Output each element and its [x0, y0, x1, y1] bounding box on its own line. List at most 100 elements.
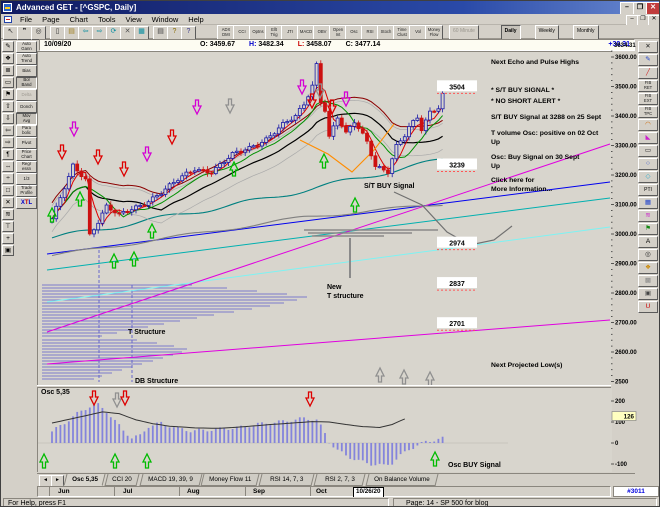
menu-chart[interactable]: Chart: [65, 14, 93, 25]
pencil-tool-icon[interactable]: ✎: [638, 54, 658, 66]
open-icon[interactable]: ▤: [64, 26, 79, 40]
close-tool-icon[interactable]: ✕: [638, 41, 658, 53]
delete-icon[interactable]: ✕: [120, 26, 135, 40]
svg-text:Next Echo and Pulse Highs: Next Echo and Pulse Highs: [491, 59, 579, 66]
flag-tool-icon[interactable]: ⚑: [638, 223, 658, 235]
money-flow-button[interactable]: MoneyFlow: [425, 25, 443, 40]
copy-tool-icon[interactable]: ▣: [638, 288, 658, 300]
text-tool-icon[interactable]: A: [638, 236, 658, 248]
menu-tools[interactable]: Tools: [93, 14, 121, 25]
divide-tool-icon[interactable]: ÷: [2, 173, 14, 184]
arrow-up-tool-icon[interactable]: ⇧: [2, 101, 14, 112]
tab-osc-5-35[interactable]: Osc 5,35: [64, 474, 106, 486]
timeframe-daily[interactable]: Daily: [501, 25, 521, 40]
fib-extension-button[interactable]: FIBEXT: [638, 93, 658, 105]
quote-icon[interactable]: ❞: [17, 26, 32, 40]
new-t-structure: [304, 230, 438, 278]
delta-button[interactable]: Delta: [16, 89, 37, 101]
ellipse-tool-icon[interactable]: ○: [638, 158, 658, 170]
price-chart-button[interactable]: PriceChart: [16, 149, 37, 161]
pencil-tool-icon[interactable]: ✎: [2, 41, 14, 52]
rectangle-tool-icon[interactable]: □: [2, 185, 14, 196]
menu-view[interactable]: View: [120, 14, 146, 25]
svg-text:3600.00: 3600.00: [615, 55, 637, 61]
pivot-button[interactable]: Pivot: [16, 137, 37, 149]
elliott-tool-icon[interactable]: ❖: [2, 53, 14, 64]
parabolic-button[interactable]: Parabolic: [16, 125, 37, 137]
regression-button[interactable]: Regressn: [16, 161, 37, 173]
donchian-button[interactable]: Donch: [16, 101, 37, 113]
gann-fan-tool-icon[interactable]: ◣: [638, 132, 658, 144]
multi-line-tool-icon[interactable]: ≋: [638, 210, 658, 222]
auto-gann-button[interactable]: AutoGann: [16, 41, 37, 53]
trade-tool-icon[interactable]: ⊤: [2, 221, 14, 232]
svg-text:200: 200: [615, 399, 626, 405]
gann-lines-tool-icon[interactable]: ≋: [2, 209, 14, 220]
buy-arrow: [431, 452, 439, 466]
arrow-right-tool-icon[interactable]: ⇨: [2, 137, 14, 148]
tab-on-balance-volume[interactable]: On Balance Volume: [365, 474, 438, 486]
timeframe-weekly[interactable]: Weekly: [535, 25, 559, 40]
window-tool-icon[interactable]: ▣: [2, 245, 14, 256]
menu-file[interactable]: File: [15, 14, 37, 25]
erase-lines-tool-icon[interactable]: ✕: [2, 197, 14, 208]
pti-button[interactable]: PTI: [638, 184, 658, 196]
fib-time-button[interactable]: FIBTPC: [638, 106, 658, 118]
rectangle-tool-icon[interactable]: ▭: [638, 145, 658, 157]
svg-text:3400.00: 3400.00: [615, 114, 637, 120]
svg-text:T Structure: T Structure: [128, 329, 165, 336]
one-third-button[interactable]: 1/3: [16, 173, 37, 185]
tab-rsi-2-7-3[interactable]: RSI 2, 7, 3: [314, 474, 366, 486]
tab-cci-20[interactable]: CCI 20: [105, 474, 140, 486]
back-icon[interactable]: ⇦: [78, 26, 93, 40]
zoom-icon[interactable]: ◎: [31, 26, 46, 40]
rhombus-tool-icon[interactable]: ◇: [638, 171, 658, 183]
flag-tool-icon[interactable]: ⚑: [2, 89, 14, 100]
arc-tool-icon[interactable]: ◠: [638, 119, 658, 131]
bollinger-band-button[interactable]: BolBand: [16, 77, 37, 89]
app-icon: [3, 3, 12, 12]
menu-help[interactable]: Help: [183, 14, 208, 25]
refresh-icon[interactable]: ⟳: [106, 26, 121, 40]
print-icon[interactable]: ▤: [153, 26, 168, 40]
axis-month-jul: Jul: [123, 487, 132, 496]
price-chart[interactable]: S/T BUY SignalNewT structureT StructureD…: [37, 51, 612, 386]
menu-page[interactable]: Page: [37, 14, 65, 25]
help-icon[interactable]: ?: [167, 26, 182, 40]
xtl-button[interactable]: XTL: [16, 197, 37, 209]
trade-profile-button[interactable]: TradeProfile: [16, 185, 37, 197]
timeframe-60-minute[interactable]: 60 Minute: [449, 25, 479, 40]
cross-tool-icon[interactable]: +: [2, 233, 14, 244]
pattern-tool-icon[interactable]: ▩: [638, 275, 658, 287]
tab-macd-19-39-9[interactable]: MACD 19, 39, 9: [139, 474, 202, 486]
svg-text:DB Structure: DB Structure: [135, 378, 178, 385]
ruler-tool-icon[interactable]: ▭: [2, 77, 14, 88]
grid-icon[interactable]: ▦: [134, 26, 149, 40]
svg-text:T structure: T structure: [327, 293, 364, 300]
arrow-left-tool-icon[interactable]: ⇦: [2, 125, 14, 136]
svg-text:3100.00: 3100.00: [615, 203, 637, 209]
grid-tool-icon[interactable]: ▦: [638, 197, 658, 209]
tab-rsi-14-7-3[interactable]: RSI 14, 7, 3: [259, 474, 315, 486]
tab-money-flow-11[interactable]: Money Flow 11: [201, 474, 260, 486]
context-help-icon[interactable]: ?: [181, 26, 196, 40]
timeframe-monthly[interactable]: Monthly: [573, 25, 599, 40]
new-chart-icon[interactable]: ▯: [50, 26, 65, 40]
oscillator-panel[interactable]: Osc BUY Signal Osc 5,35: [37, 388, 612, 472]
zoom-tool-icon[interactable]: ◎: [638, 249, 658, 261]
undo-button[interactable]: U: [638, 301, 658, 313]
arrow-down-tool-icon[interactable]: ⇩: [2, 113, 14, 124]
moving-average-button[interactable]: MovAvg: [16, 113, 37, 125]
menu-window[interactable]: Window: [147, 14, 184, 25]
expand-tool-icon[interactable]: ⇔: [2, 161, 14, 172]
bubbles-tool-icon[interactable]: ❖: [638, 262, 658, 274]
ratio-tool-icon[interactable]: ¶: [2, 149, 14, 160]
trendline-tool-icon[interactable]: ╱: [638, 67, 658, 79]
bias-button[interactable]: Bias: [16, 65, 37, 77]
chart-window-icon[interactable]: [4, 16, 12, 23]
fib-retracement-button[interactable]: FIBRET: [638, 80, 658, 92]
auto-trend-button[interactable]: AutoTrend: [16, 53, 37, 65]
pointer-icon[interactable]: ↖: [3, 26, 18, 40]
list-tool-icon[interactable]: ≣: [2, 65, 14, 76]
forward-icon[interactable]: ⇨: [92, 26, 107, 40]
